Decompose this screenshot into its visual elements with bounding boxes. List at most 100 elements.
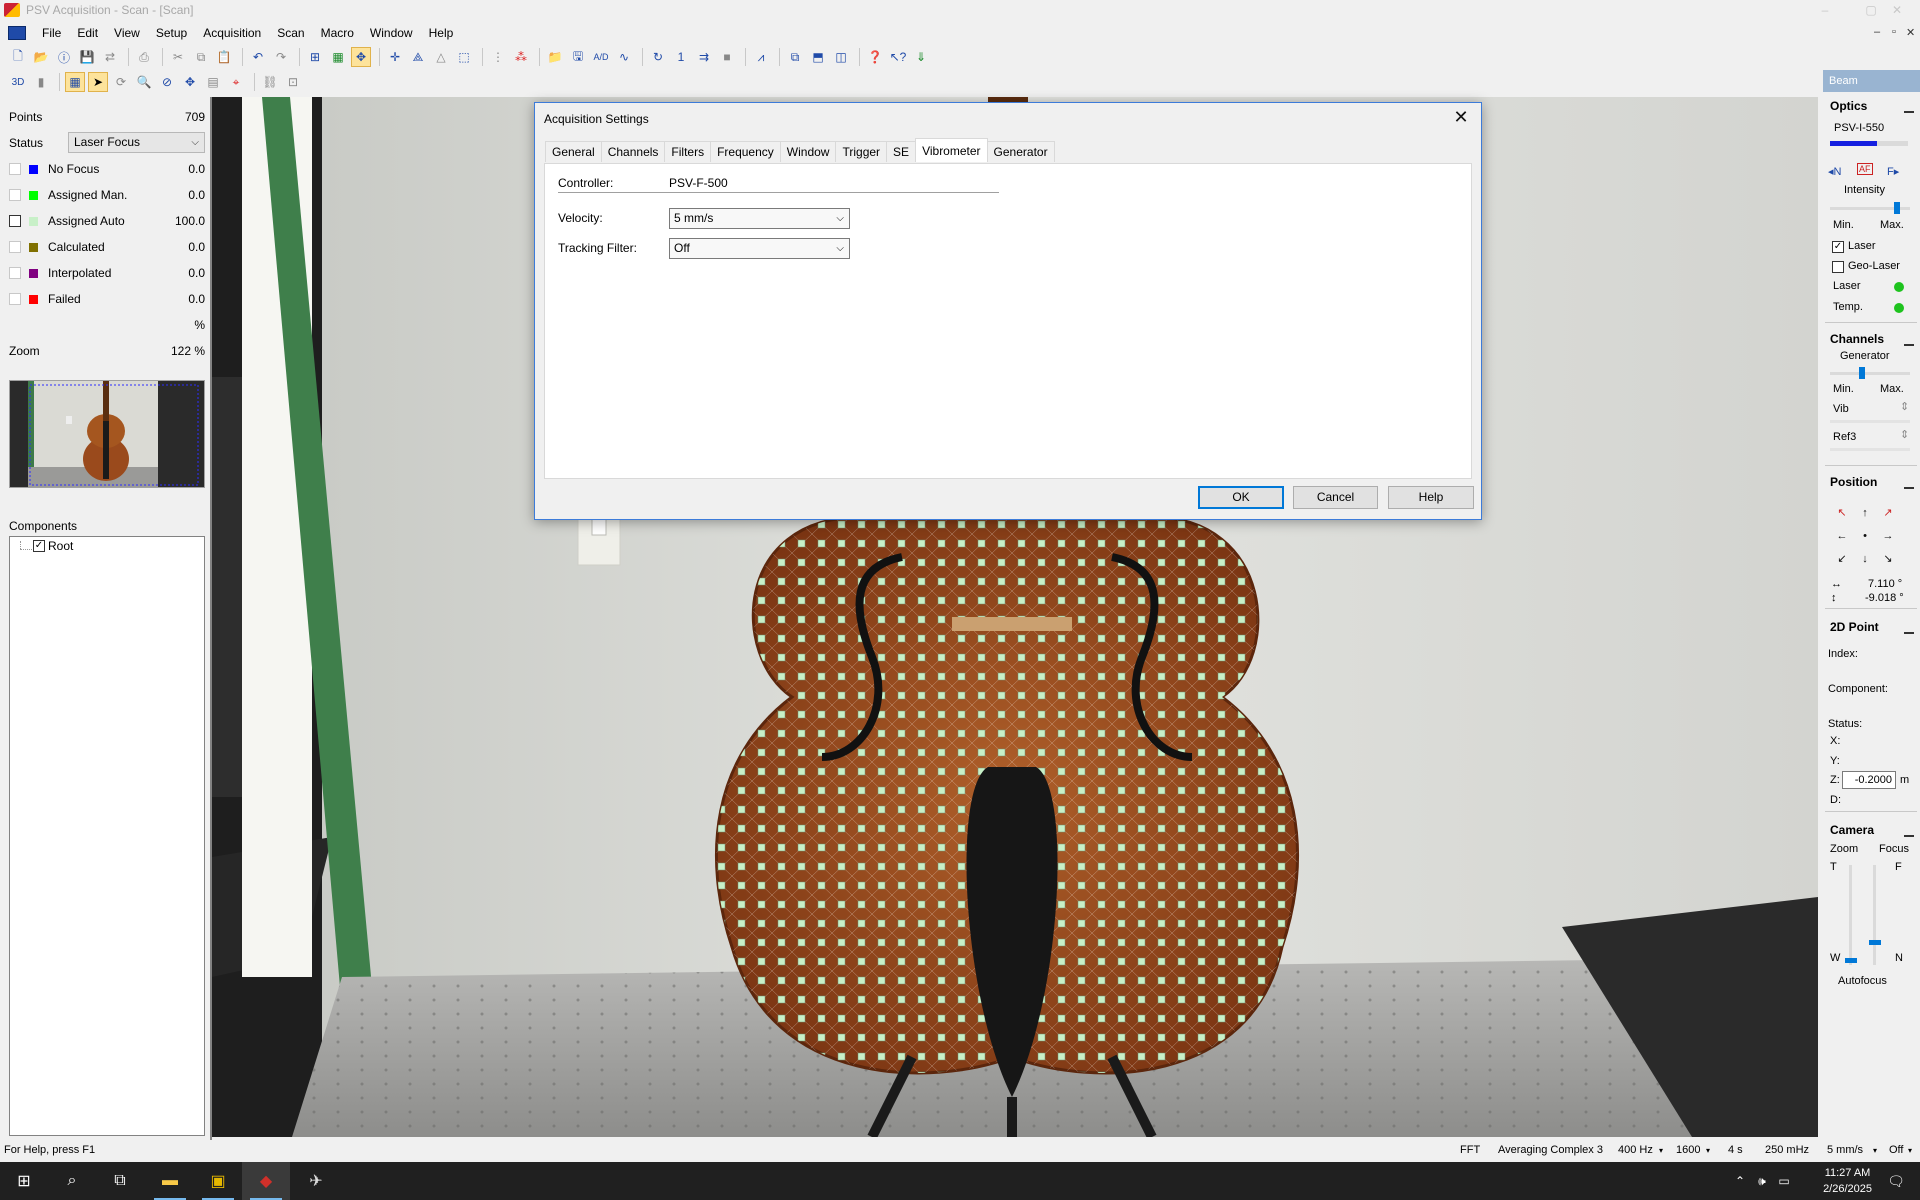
paste-icon[interactable]: 📋: [214, 47, 234, 67]
mesh-select-icon[interactable]: ⬚: [454, 47, 474, 67]
tab-general[interactable]: General: [545, 141, 602, 162]
crosshair-icon[interactable]: ⌖: [226, 72, 246, 92]
pin-icon[interactable]: [1904, 827, 1914, 837]
menu-view[interactable]: View: [106, 22, 148, 44]
autofocus-label[interactable]: Autofocus: [1838, 975, 1887, 987]
menu-setup[interactable]: Setup: [148, 22, 195, 44]
copy-icon[interactable]: ⧉: [191, 47, 211, 67]
view-3d-button[interactable]: 3D: [8, 72, 28, 92]
legend-checkbox[interactable]: [9, 267, 21, 279]
select-cursor-icon[interactable]: ➤: [88, 72, 108, 92]
save-settings-icon[interactable]: 🖫: [568, 47, 588, 67]
legend-checkbox[interactable]: [9, 215, 21, 227]
dialog-close-icon[interactable]: ✕: [1447, 105, 1475, 129]
video-icon[interactable]: ▮: [31, 72, 51, 92]
move-right-icon[interactable]: →: [1881, 529, 1895, 543]
pin-icon[interactable]: [1904, 103, 1914, 113]
tab-filters[interactable]: Filters: [664, 141, 712, 162]
status-lines[interactable]: 1600: [1676, 1144, 1700, 1156]
focus-slider[interactable]: [1873, 865, 1876, 965]
autofocus-button[interactable]: AF: [1857, 163, 1873, 175]
info-icon[interactable]: ⓘ: [54, 47, 74, 67]
cut-icon[interactable]: ✂: [168, 47, 188, 67]
download-icon[interactable]: ⇓: [911, 47, 931, 67]
legend-checkbox[interactable]: [9, 293, 21, 305]
psv-acquisition-icon[interactable]: ◆: [242, 1162, 290, 1200]
tab-se[interactable]: SE: [886, 141, 917, 162]
vib-range-icon[interactable]: ⇕: [1900, 400, 1909, 413]
pin-icon[interactable]: [1904, 479, 1914, 489]
app-satellite-icon[interactable]: ✈: [292, 1162, 340, 1200]
move-up-icon[interactable]: ↑: [1858, 506, 1872, 520]
document-system-menu-icon[interactable]: [8, 26, 26, 40]
move-points-icon[interactable]: ✥: [351, 47, 371, 67]
ok-button[interactable]: OK: [1198, 486, 1284, 509]
tray-chevron-up-icon[interactable]: ⌃: [1730, 1162, 1750, 1200]
move-down-right-icon[interactable]: ↘: [1881, 552, 1895, 566]
system-clock[interactable]: 11:27 AM 2/26/2025: [1823, 1165, 1872, 1197]
stop-icon[interactable]: ■: [717, 47, 737, 67]
scan-direction-icon[interactable]: ⇉: [694, 47, 714, 67]
tree-view-icon[interactable]: ⊞: [305, 47, 325, 67]
menu-edit[interactable]: Edit: [69, 22, 106, 44]
z-input[interactable]: -0.2000: [1842, 771, 1896, 789]
menu-macro[interactable]: Macro: [313, 22, 362, 44]
zoom-slider-thumb[interactable]: [1845, 958, 1857, 963]
status-bandwidth[interactable]: 400 Hz: [1618, 1144, 1653, 1156]
move-down-left-icon[interactable]: ↙: [1835, 552, 1849, 566]
network-icon[interactable]: ▭: [1774, 1162, 1794, 1200]
laser-points-icon[interactable]: ⁂: [511, 47, 531, 67]
help-icon[interactable]: ❓: [865, 47, 885, 67]
laser-checkbox[interactable]: ✓: [1832, 241, 1844, 253]
search-icon[interactable]: ⌕: [48, 1162, 96, 1200]
add-point-icon[interactable]: ✛: [385, 47, 405, 67]
pin-icon[interactable]: [1904, 336, 1914, 346]
status-dropdown[interactable]: Laser Focus ⌵: [68, 132, 205, 153]
help-button[interactable]: Help: [1388, 486, 1474, 509]
triangulate-icon[interactable]: △: [431, 47, 451, 67]
zoom-slider[interactable]: [1849, 865, 1852, 965]
window-minimize-button[interactable]: –: [1802, 0, 1848, 20]
generator-slider-thumb[interactable]: [1859, 367, 1865, 379]
unlock-icon[interactable]: ⊡: [283, 72, 303, 92]
window-close-button[interactable]: ✕: [1874, 0, 1920, 20]
focus-far-button[interactable]: F▸: [1887, 165, 1899, 178]
menu-acquisition[interactable]: Acquisition: [195, 22, 269, 44]
notifications-icon[interactable]: 🗨: [1876, 1162, 1916, 1200]
undo-icon[interactable]: ↶: [248, 47, 268, 67]
center-position-icon[interactable]: •: [1858, 529, 1872, 543]
new-icon[interactable]: 🗋: [8, 47, 28, 67]
continuous-icon[interactable]: ↻: [648, 47, 668, 67]
tracking-filter-dropdown[interactable]: Off ⌵: [669, 238, 850, 259]
components-tree[interactable]: ✓ Root: [9, 536, 205, 1136]
geo-laser-checkbox[interactable]: [1832, 261, 1844, 273]
zoom-fit-icon[interactable]: ⊘: [157, 72, 177, 92]
tile-horizontal-icon[interactable]: ⬒: [808, 47, 828, 67]
menu-help[interactable]: Help: [421, 22, 462, 44]
cancel-button[interactable]: Cancel: [1293, 486, 1378, 509]
export-icon[interactable]: ⇄: [100, 47, 120, 67]
move-up-right-icon[interactable]: ↗: [1881, 506, 1895, 520]
intensity-slider-thumb[interactable]: [1894, 202, 1900, 214]
pin-icon[interactable]: [1904, 624, 1914, 634]
tab-frequency[interactable]: Frequency: [710, 141, 781, 162]
mdi-close-button[interactable]: ✕: [1906, 26, 1915, 39]
grid-icon[interactable]: ▦: [328, 47, 348, 67]
mdi-minimize-button[interactable]: –: [1874, 26, 1880, 38]
move-left-icon[interactable]: ←: [1835, 529, 1849, 543]
context-help-icon[interactable]: ↖?: [888, 47, 908, 67]
windows-start-icon[interactable]: ⊞: [0, 1162, 48, 1200]
menu-file[interactable]: File: [34, 22, 69, 44]
menu-scan[interactable]: Scan: [269, 22, 312, 44]
rotate-icon[interactable]: ⟳: [111, 72, 131, 92]
scan-points-icon[interactable]: ▦: [65, 72, 85, 92]
redo-icon[interactable]: ↷: [271, 47, 291, 67]
signal-icon[interactable]: ∿: [614, 47, 634, 67]
lock-icon[interactable]: ⛓: [260, 72, 280, 92]
tab-trigger[interactable]: Trigger: [835, 141, 888, 162]
legend-checkbox[interactable]: [9, 241, 21, 253]
volume-icon[interactable]: 🕪: [1752, 1162, 1772, 1200]
mesh-icon[interactable]: ⟁: [408, 47, 428, 67]
camera-icon[interactable]: ▤: [203, 72, 223, 92]
legend-checkbox[interactable]: [9, 163, 21, 175]
